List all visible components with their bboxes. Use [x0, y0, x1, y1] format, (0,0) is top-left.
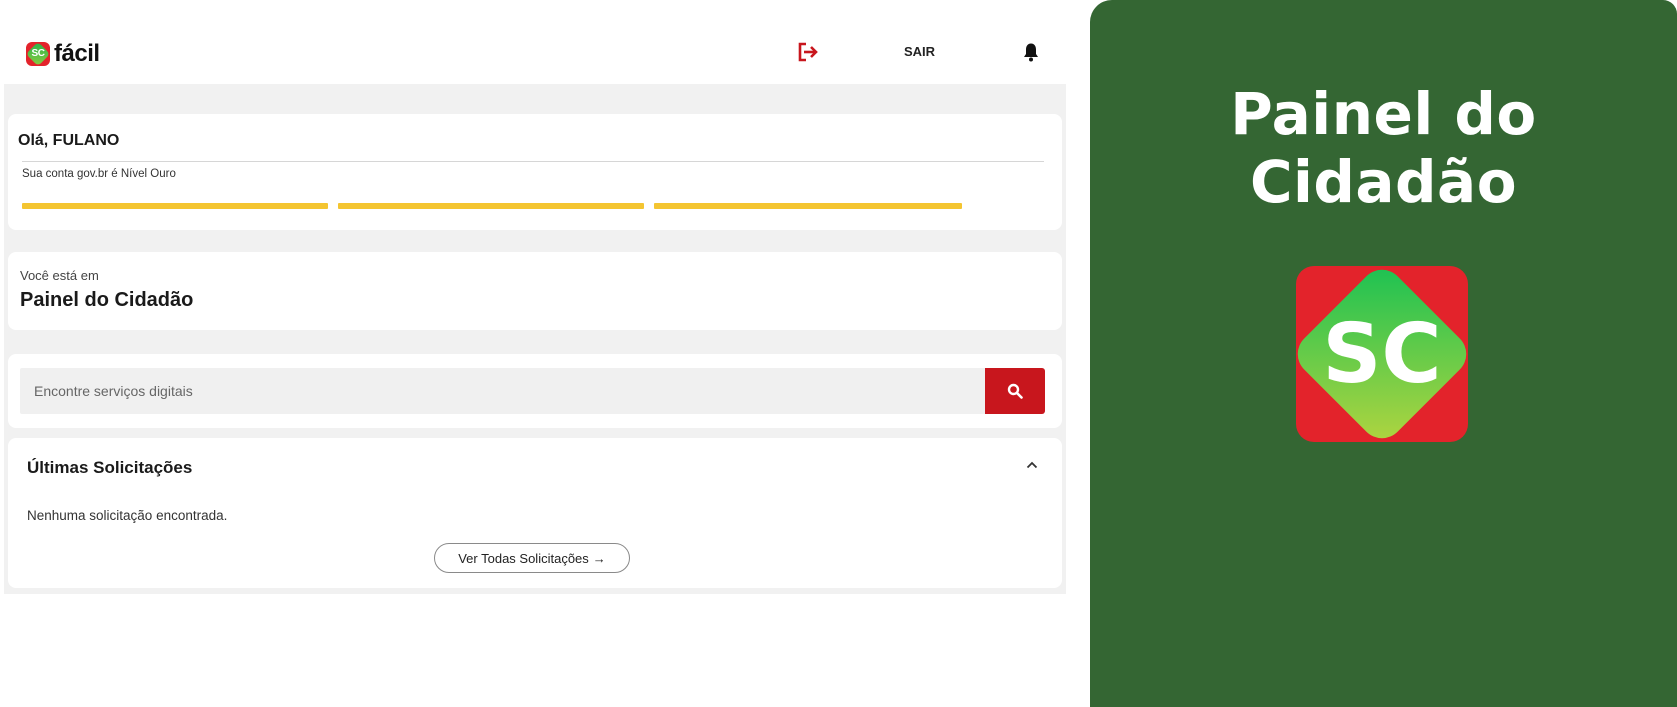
greeting-name: Olá, FULANO	[18, 132, 120, 149]
account-level-text: Sua conta gov.br é Nível Ouro	[22, 168, 176, 180]
promo-logo-text: SC	[1322, 307, 1441, 402]
level-bar-2	[338, 203, 644, 209]
sc-badge-icon: SC	[25, 41, 51, 67]
logo-wordmark: fácil	[54, 40, 100, 67]
search-button[interactable]	[985, 368, 1045, 414]
level-bar-1	[22, 203, 328, 209]
logout-icon[interactable]	[797, 42, 819, 62]
top-bar: SC fácil SAIR	[0, 0, 1070, 84]
app-area: SC fácil SAIR Olá, FULANO Sua conta gov.…	[0, 0, 1070, 707]
location-label: Você está em	[20, 268, 99, 283]
page-title: Painel do Cidadão	[20, 289, 194, 311]
greeting-divider	[22, 161, 1044, 162]
sc-logo-icon: SC	[1296, 266, 1468, 442]
logout-button[interactable]: SAIR	[904, 44, 935, 59]
arrow-right-icon: →	[592, 550, 606, 566]
view-all-requests-button[interactable]: Ver Todas Solicitações →	[434, 543, 630, 573]
chevron-up-icon[interactable]	[1025, 458, 1039, 472]
requests-title: Últimas Solicitações	[27, 458, 193, 477]
bell-icon[interactable]	[1022, 42, 1040, 62]
level-bar-3	[654, 203, 962, 209]
promo-title: Painel do Cidadão	[1230, 80, 1537, 216]
requests-empty-text: Nenhuma solicitação encontrada.	[27, 508, 228, 523]
search-input[interactable]	[20, 368, 985, 414]
logo-badge-text: SC	[31, 48, 45, 59]
search-icon	[1007, 383, 1023, 399]
promo-panel: Painel do Cidadão SC	[1090, 0, 1677, 707]
sc-facil-logo[interactable]: SC fácil	[25, 40, 100, 68]
view-all-label: Ver Todas Solicitações	[458, 550, 589, 566]
